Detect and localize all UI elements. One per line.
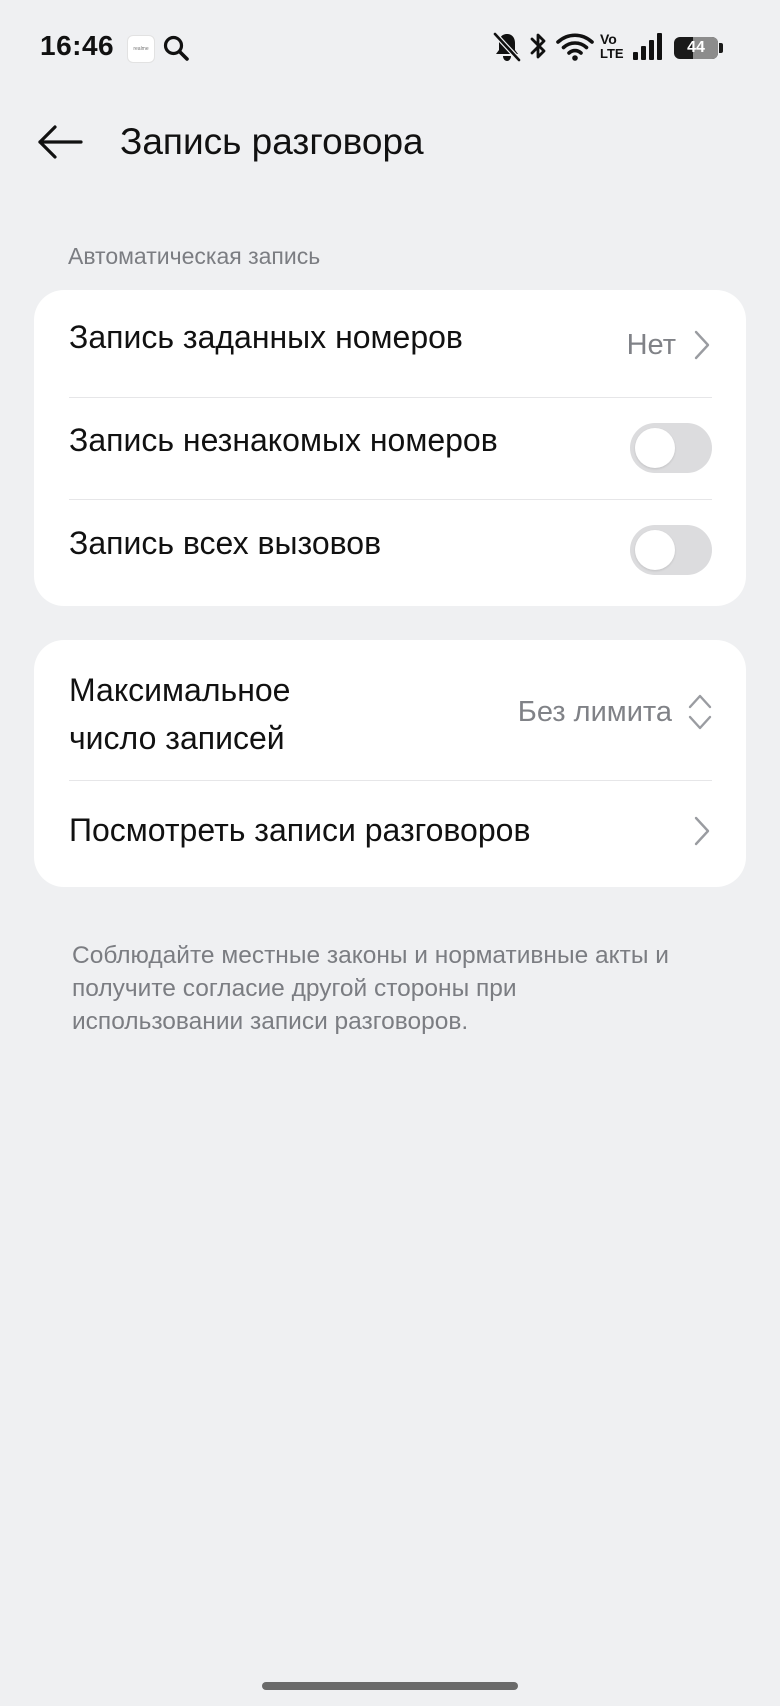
- battery-level: 44: [687, 39, 705, 56]
- volte-bottom-text: LTE: [600, 46, 624, 61]
- back-button[interactable]: [30, 112, 90, 172]
- record-all-calls-row[interactable]: Запись всех вызовов: [34, 500, 746, 606]
- record-all-calls-toggle[interactable]: [630, 525, 712, 575]
- row-label: Запись незнакомых номеров: [69, 422, 498, 458]
- home-indicator[interactable]: [262, 1682, 518, 1690]
- wifi-icon: [556, 30, 594, 69]
- view-call-records-row[interactable]: Посмотреть записи разговоров: [34, 781, 746, 887]
- section-label-auto-record: Автоматическая запись: [68, 243, 321, 269]
- chevron-right-icon: [694, 816, 710, 846]
- record-unknown-numbers-row[interactable]: Запись незнакомых номеров: [34, 398, 746, 499]
- legal-note: Соблюдайте местные законы и нормативные …: [72, 942, 669, 1035]
- max-records-value: Без лимита: [517, 696, 672, 728]
- notifications-off-icon: [492, 30, 522, 69]
- up-down-chevron-icon: [688, 694, 712, 730]
- chevron-right-icon: [694, 330, 710, 360]
- volte-icon: Vo LTE: [600, 32, 626, 61]
- record-specified-numbers-row[interactable]: Запись заданных номеров Нет: [34, 290, 746, 397]
- row-label: Запись всех вызовов: [69, 525, 382, 561]
- auto-record-card: Запись заданных номеров Нет Запись незна…: [34, 290, 746, 606]
- toggle-knob: [635, 530, 675, 570]
- row-label: Запись заданных номеров: [69, 319, 463, 355]
- row-label: Посмотреть записи разговоров: [69, 812, 531, 848]
- cellular-signal-icon: [632, 30, 662, 69]
- row-label-line2: число записей: [69, 720, 285, 756]
- record-unknown-numbers-toggle[interactable]: [630, 423, 712, 473]
- back-arrow-icon: [38, 125, 83, 159]
- page-title: Запись разговора: [120, 121, 424, 162]
- max-records-row[interactable]: Максимальное число записей Без лимита: [34, 640, 746, 780]
- toggle-knob: [635, 428, 675, 468]
- app-notification-icon: realme: [127, 35, 155, 63]
- bluetooth-icon: [527, 30, 549, 69]
- search-icon: [163, 35, 189, 61]
- status-icons: Vo LTE 44: [492, 30, 732, 66]
- records-card: Максимальное число записей Без лимита По…: [34, 640, 746, 887]
- battery-icon: 44: [674, 30, 726, 64]
- volte-top-text: Vo: [600, 31, 617, 47]
- status-time: 16:46: [40, 30, 115, 61]
- status-bar: 16:46 realme Vo LTE 44: [0, 0, 780, 96]
- row-label-line1: Максимальное: [69, 672, 291, 708]
- row-value: Нет: [626, 329, 676, 361]
